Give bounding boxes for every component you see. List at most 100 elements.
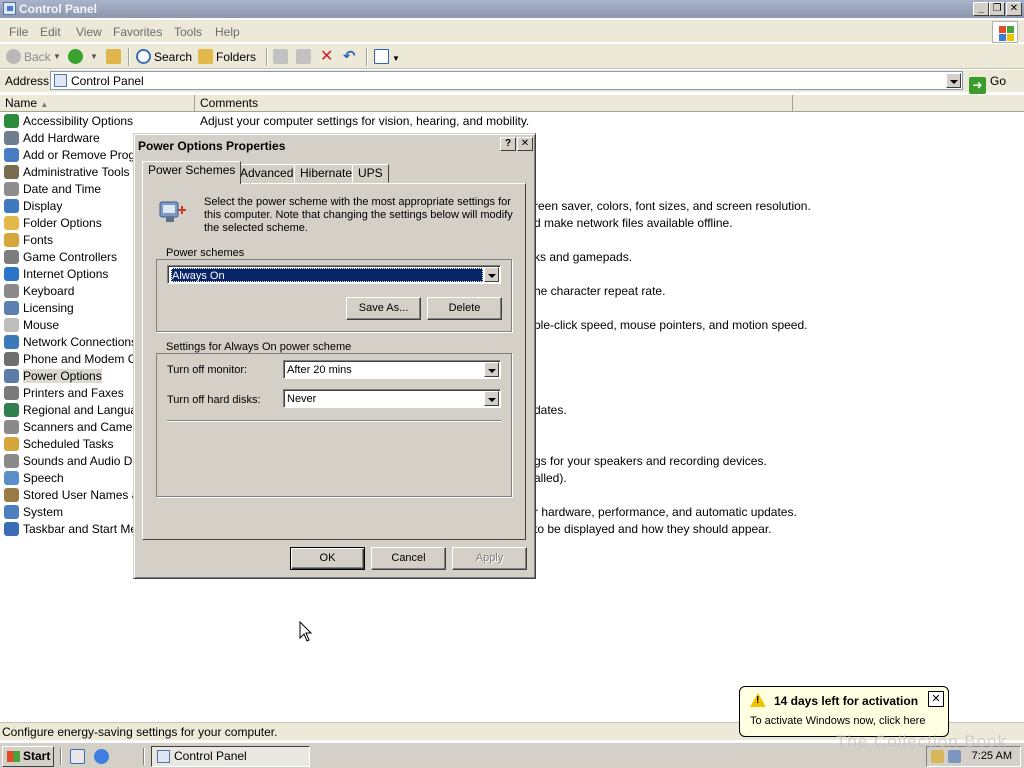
menu-edit[interactable]: Edit [40, 25, 61, 39]
list-item[interactable]: Speech [4, 470, 64, 487]
views-dropdown-icon: ▼ [392, 54, 400, 63]
apply-button[interactable]: Apply [452, 547, 527, 570]
list-item-label: Mouse [23, 318, 60, 332]
list-item-label: Date and Time [23, 182, 102, 196]
go-button[interactable]: ➜ Go [969, 71, 1019, 94]
copy-to-button[interactable] [296, 48, 314, 66]
turn-off-monitor-select[interactable]: After 20 mins [283, 360, 501, 379]
list-item[interactable]: Folder Options [4, 215, 102, 232]
monitor-dropdown-button[interactable] [484, 362, 499, 377]
list-item[interactable]: Phone and Modem Opt [4, 351, 147, 368]
list-item[interactable]: System [4, 504, 63, 521]
column-comments[interactable]: Comments [195, 95, 793, 112]
hard-disks-dropdown-button[interactable] [484, 391, 499, 406]
back-button[interactable]: Back [6, 48, 51, 66]
list-item[interactable]: Regional and Language [4, 402, 150, 419]
list-item[interactable]: Display [4, 198, 62, 215]
turn-off-hard-disks-select[interactable]: Never [283, 389, 501, 408]
column-name[interactable]: Name ▲ [0, 95, 195, 112]
tab-advanced[interactable]: Advanced [234, 164, 300, 183]
activation-balloon[interactable]: 14 days left for activation To activate … [739, 686, 949, 737]
power-scheme-dropdown-button[interactable] [484, 267, 499, 282]
maximize-button[interactable]: ❐ [989, 2, 1005, 16]
scheduled-tasks-icon [4, 437, 19, 451]
list-item-label: Add or Remove Progra [23, 148, 146, 162]
list-item[interactable]: Licensing [4, 300, 74, 317]
window-title-bar[interactable]: Control Panel _ ❐ ✕ [0, 0, 1024, 18]
tab-hibernate[interactable]: Hibernate [294, 164, 359, 183]
list-item[interactable]: Sounds and Audio Dev [4, 453, 145, 470]
forward-dropdown-icon[interactable]: ▼ [90, 48, 100, 66]
list-item-comment: Adjust your computer settings for vision… [200, 114, 530, 128]
menu-view[interactable]: View [76, 25, 102, 39]
delete-icon[interactable]: ✕ [320, 48, 333, 66]
views-button[interactable]: ▼ [374, 48, 400, 66]
list-item[interactable]: Mouse [4, 317, 59, 334]
list-item[interactable]: Administrative Tools [4, 164, 130, 181]
menu-tools[interactable]: Tools [174, 25, 202, 39]
list-item[interactable]: Power Options [4, 368, 102, 385]
tab-power-schemes[interactable]: Power Schemes [142, 161, 242, 184]
ok-button[interactable]: OK [290, 547, 365, 570]
delete-button[interactable]: Delete [427, 297, 502, 320]
folder-options-icon [4, 216, 19, 230]
list-item[interactable]: Network Connections [4, 334, 137, 351]
taskbar-separator [60, 748, 62, 765]
list-item[interactable]: Taskbar and Start Men [4, 521, 144, 538]
address-input[interactable]: Control Panel [50, 71, 963, 90]
menu-favorites[interactable]: Favorites [113, 25, 162, 39]
balloon-body[interactable]: To activate Windows now, click here [750, 715, 925, 727]
internet-explorer-icon[interactable] [94, 749, 109, 764]
move-to-icon [273, 49, 288, 64]
standard-toolbar: Back ▼ ▼ Search Folders ✕ ↶ ▼ [0, 43, 1024, 69]
power-options-dialog: Power Options Properties ? ✕ Power Schem… [133, 133, 536, 579]
list-item[interactable]: Internet Options [4, 266, 108, 283]
help-button[interactable]: ? [500, 137, 516, 151]
list-item-comment: to be displayed and how they should appe… [534, 522, 772, 536]
list-item[interactable]: Fonts [4, 232, 53, 249]
forward-button[interactable] [68, 48, 86, 66]
control-panel-icon [157, 750, 170, 763]
start-button[interactable]: Start [2, 746, 54, 767]
back-dropdown-icon[interactable]: ▼ [53, 48, 63, 66]
save-as-button[interactable]: Save As... [346, 297, 421, 320]
balloon-close-button[interactable]: ✕ [928, 691, 944, 707]
close-button[interactable]: ✕ [1006, 2, 1022, 16]
list-item[interactable]: Add or Remove Progra [4, 147, 146, 164]
list-item-label: Stored User Names an [23, 488, 146, 502]
show-desktop-icon[interactable] [70, 749, 85, 764]
folders-button[interactable]: Folders [198, 48, 256, 66]
task-control-panel[interactable]: Control Panel [151, 746, 310, 767]
move-to-button[interactable] [273, 48, 291, 66]
up-folder-button[interactable] [106, 48, 124, 66]
list-item[interactable]: Date and Time [4, 181, 101, 198]
search-button[interactable]: Search [136, 48, 192, 66]
list-item[interactable]: Scanners and Cameras [4, 419, 149, 436]
power-scheme-value: Always On [171, 268, 483, 282]
dialog-title-bar[interactable]: Power Options Properties ? ✕ [137, 137, 533, 155]
minimize-button[interactable]: _ [973, 2, 989, 16]
list-item[interactable]: Scheduled Tasks [4, 436, 114, 453]
display-icon [4, 199, 19, 213]
list-item[interactable]: Game Controllers [4, 249, 117, 266]
list-item-label: Internet Options [23, 267, 109, 281]
undo-icon[interactable]: ↶ [343, 48, 356, 66]
windows-logo-icon [992, 21, 1018, 43]
cancel-button[interactable]: Cancel [371, 547, 446, 570]
turn-off-hard-disks-value: Never [287, 393, 317, 405]
tab-ups[interactable]: UPS [352, 164, 389, 183]
list-item[interactable]: Stored User Names an [4, 487, 145, 504]
list-item[interactable]: Keyboard [4, 283, 74, 300]
sort-ascending-icon: ▲ [40, 100, 49, 109]
menu-help[interactable]: Help [215, 25, 240, 39]
address-dropdown-button[interactable] [946, 73, 961, 88]
list-item-label: Accessibility Options [23, 114, 134, 128]
list-item[interactable]: Accessibility Options [4, 113, 133, 130]
list-item[interactable]: Printers and Faxes [4, 385, 124, 402]
address-bar: Address Control Panel ➜ Go [0, 70, 1024, 94]
dialog-close-button[interactable]: ✕ [517, 137, 533, 151]
list-item-label: Scheduled Tasks [23, 437, 114, 451]
menu-file[interactable]: File [9, 25, 28, 39]
power-scheme-select[interactable]: Always On [167, 265, 501, 284]
list-item[interactable]: Add Hardware [4, 130, 100, 147]
